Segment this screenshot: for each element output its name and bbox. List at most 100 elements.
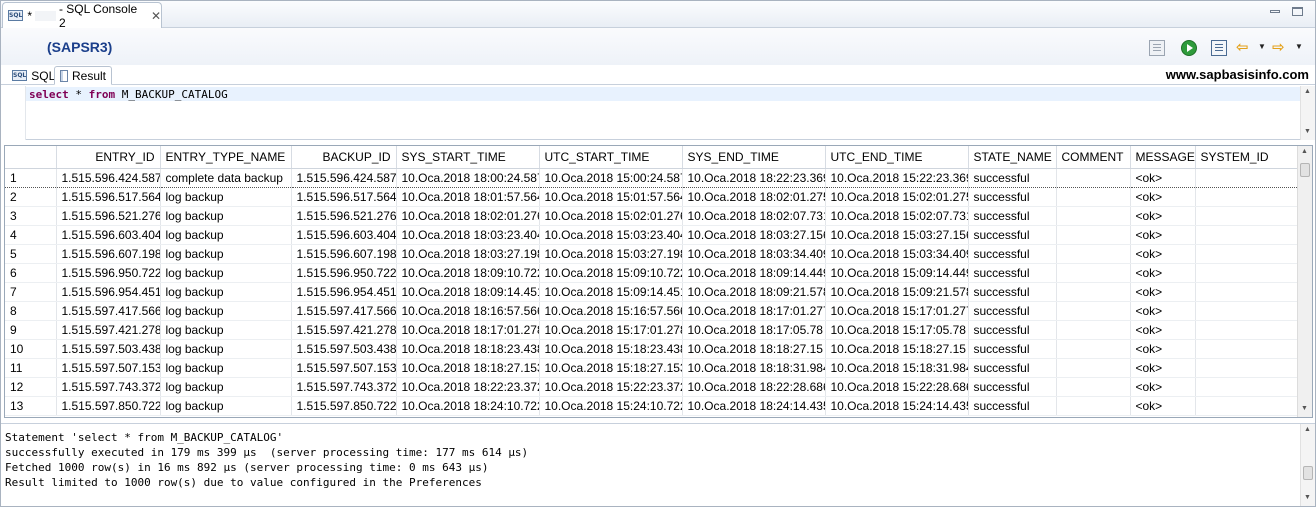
log-scroll-up-icon[interactable]: ▲ (1304, 426, 1311, 433)
table-cell[interactable]: log backup (160, 320, 292, 340)
table-cell[interactable] (1195, 301, 1300, 321)
table-cell[interactable]: 10.Oca.2018 15:22:28.686 (825, 377, 969, 397)
table-cell[interactable]: 10.Oca.2018 18:17:01.278 (396, 320, 540, 340)
table-cell[interactable]: 1.515.596.954.451 (291, 282, 397, 302)
table-cell[interactable]: successful (968, 301, 1057, 321)
table-cell[interactable]: 10.Oca.2018 15:18:27.153 (539, 358, 683, 378)
table-cell[interactable]: 10.Oca.2018 15:17:05.78 (825, 320, 969, 340)
table-cell[interactable]: 10.Oca.2018 18:18:27.153 (396, 358, 540, 378)
table-cell[interactable]: 1.515.596.424.587 (56, 167, 161, 188)
table-cell[interactable] (1056, 320, 1131, 340)
table-cell[interactable]: log backup (160, 282, 292, 302)
table-row[interactable]: 13 1.515.597.850.722 log backup 1.515.597.8… (5, 396, 1300, 416)
log-scroll-down-icon[interactable]: ▼ (1304, 494, 1311, 501)
table-cell[interactable]: log backup (160, 358, 292, 378)
table-cell[interactable]: <ok> (1130, 358, 1196, 378)
table-cell[interactable]: 10.Oca.2018 18:22:23.369 (682, 167, 826, 188)
table-cell[interactable]: 1.515.597.850.722 (291, 396, 397, 416)
table-cell[interactable]: 10.Oca.2018 15:18:23.438 (539, 339, 683, 359)
table-cell[interactable]: log backup (160, 301, 292, 321)
table-row[interactable]: 7 1.515.596.954.451 log backup 1.515.596.95… (5, 282, 1300, 302)
table-cell[interactable]: 10.Oca.2018 15:22:23.372 (539, 377, 683, 397)
table-row[interactable]: 5 1.515.596.607.198 log backup 1.515.596.60… (5, 244, 1300, 264)
table-cell[interactable]: <ok> (1130, 282, 1196, 302)
column-header[interactable]: ENTRY_TYPE_NAME (160, 146, 292, 169)
scroll-up-icon[interactable]: ▲ (1304, 88, 1311, 95)
table-cell[interactable]: 10.Oca.2018 18:01:57.564 (396, 187, 540, 207)
table-row[interactable]: 12 1.515.597.743.372 log backup 1.515.597.7… (5, 377, 1300, 397)
table-cell[interactable]: 10.Oca.2018 18:00:24.587 (396, 167, 540, 188)
table-cell[interactable]: 10.Oca.2018 15:03:27.198 (539, 244, 683, 264)
table-cell[interactable]: 1.515.597.850.722 (56, 396, 161, 416)
table-cell[interactable]: 10.Oca.2018 15:17:01.278 (539, 320, 683, 340)
table-row[interactable]: 11 1.515.597.507.153 log backup 1.515.597.5… (5, 358, 1300, 378)
column-header[interactable]: UTC_START_TIME (539, 146, 683, 169)
table-cell[interactable]: 1.515.596.950.722 (291, 263, 397, 283)
close-tab-icon[interactable]: ✕ (151, 9, 161, 23)
table-cell[interactable]: <ok> (1130, 301, 1196, 321)
table-cell[interactable]: 10.Oca.2018 18:02:07.731 (682, 206, 826, 226)
table-cell[interactable]: 10.Oca.2018 18:18:31.984 (682, 358, 826, 378)
table-cell[interactable] (1195, 244, 1300, 264)
table-cell[interactable]: 1.515.596.603.404 (56, 225, 161, 245)
table-cell[interactable] (1056, 358, 1131, 378)
table-cell[interactable]: 10.Oca.2018 18:03:27.156 (682, 225, 826, 245)
table-row[interactable]: 9 1.515.597.421.278 log backup 1.515.597.42… (5, 320, 1300, 340)
row-number-cell[interactable]: 7 (5, 282, 57, 302)
table-cell[interactable]: successful (968, 206, 1057, 226)
table-cell[interactable] (1056, 187, 1131, 207)
table-cell[interactable]: log backup (160, 187, 292, 207)
table-cell[interactable] (1056, 167, 1131, 188)
table-cell[interactable]: complete data backup (160, 167, 292, 188)
table-cell[interactable]: 1.515.596.521.276 (291, 206, 397, 226)
row-number-cell[interactable]: 3 (5, 206, 57, 226)
table-cell[interactable]: 1.515.597.421.278 (291, 320, 397, 340)
table-cell[interactable]: 10.Oca.2018 15:09:10.722 (539, 263, 683, 283)
table-cell[interactable]: 1.515.596.950.722 (56, 263, 161, 283)
column-header[interactable]: SYSTEM_ID (1195, 146, 1300, 169)
table-cell[interactable]: successful (968, 396, 1057, 416)
table-cell[interactable]: 10.Oca.2018 18:16:57.566 (396, 301, 540, 321)
row-number-cell[interactable]: 5 (5, 244, 57, 264)
table-cell[interactable]: 10.Oca.2018 15:09:14.451 (539, 282, 683, 302)
tab-result[interactable]: Result (54, 66, 112, 85)
grid-scroll-thumb[interactable] (1300, 163, 1310, 177)
row-number-cell[interactable]: 13 (5, 396, 57, 416)
table-cell[interactable]: 1.515.596.603.404 (291, 225, 397, 245)
table-cell[interactable]: 10.Oca.2018 18:17:01.277 (682, 301, 826, 321)
table-cell[interactable] (1195, 263, 1300, 283)
table-cell[interactable]: log backup (160, 339, 292, 359)
table-cell[interactable]: successful (968, 244, 1057, 264)
grid-scrollbar[interactable]: ▲ ▼ (1297, 146, 1312, 417)
table-cell[interactable] (1056, 396, 1131, 416)
table-cell[interactable]: 10.Oca.2018 18:18:23.438 (396, 339, 540, 359)
table-cell[interactable]: 1.515.597.417.566 (291, 301, 397, 321)
format-sql-icon[interactable] (1149, 40, 1165, 56)
table-cell[interactable]: 10.Oca.2018 18:03:27.198 (396, 244, 540, 264)
sql-statement[interactable]: select * from M_BACKUP_CATALOG (29, 88, 228, 101)
table-cell[interactable]: <ok> (1130, 244, 1196, 264)
table-cell[interactable]: 10.Oca.2018 15:18:31.984 (825, 358, 969, 378)
table-cell[interactable]: 10.Oca.2018 18:02:01.275 (682, 187, 826, 207)
row-number-cell[interactable]: 9 (5, 320, 57, 340)
table-cell[interactable] (1056, 206, 1131, 226)
column-header[interactable]: UTC_END_TIME (825, 146, 969, 169)
table-cell[interactable]: 10.Oca.2018 18:24:10.722 (396, 396, 540, 416)
table-cell[interactable] (1195, 167, 1300, 188)
table-row[interactable]: 2 1.515.596.517.564 log backup 1.515.596.51… (5, 187, 1300, 207)
table-cell[interactable] (1056, 263, 1131, 283)
column-header[interactable]: BACKUP_ID (291, 146, 397, 169)
table-cell[interactable]: 10.Oca.2018 18:02:01.276 (396, 206, 540, 226)
table-cell[interactable]: 10.Oca.2018 15:17:01.277 (825, 301, 969, 321)
table-cell[interactable]: successful (968, 225, 1057, 245)
table-row[interactable]: 6 1.515.596.950.722 log backup 1.515.596.95… (5, 263, 1300, 283)
table-cell[interactable]: <ok> (1130, 320, 1196, 340)
log-scroll-thumb[interactable] (1303, 466, 1313, 480)
table-cell[interactable]: 10.Oca.2018 15:09:21.578 (825, 282, 969, 302)
table-cell[interactable]: successful (968, 282, 1057, 302)
table-cell[interactable]: 1.515.597.507.153 (291, 358, 397, 378)
table-cell[interactable]: <ok> (1130, 396, 1196, 416)
table-cell[interactable] (1195, 320, 1300, 340)
table-cell[interactable]: 1.515.597.503.438 (56, 339, 161, 359)
row-number-cell[interactable]: 12 (5, 377, 57, 397)
